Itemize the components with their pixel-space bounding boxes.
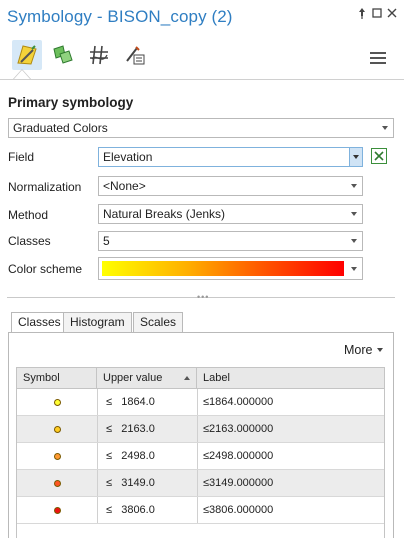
column-divider	[97, 470, 98, 496]
vary-symbology-icon	[53, 45, 73, 64]
field-dropdown-button[interactable]	[349, 147, 363, 167]
toolbar-separator	[0, 79, 404, 80]
primary-symbology-icon	[17, 45, 37, 65]
renderer-value: Graduated Colors	[13, 121, 108, 135]
upper-value-cell[interactable]: ≤ 1864.0	[106, 389, 155, 416]
column-header-label[interactable]: Label	[197, 368, 386, 389]
vary-symbology-tool[interactable]	[48, 40, 78, 70]
point-symbol-icon[interactable]	[54, 399, 61, 406]
sort-ascending-icon	[184, 376, 190, 380]
color-scheme-label: Color scheme	[8, 262, 83, 276]
label-cell[interactable]: ≤1864.000000	[203, 389, 273, 416]
tab-classes[interactable]: Classes	[11, 312, 68, 333]
upper-value-cell[interactable]: ≤ 3806.0	[106, 497, 155, 524]
column-header-upper-value[interactable]: Upper value	[97, 368, 197, 389]
field-value: Elevation	[103, 150, 153, 164]
tab-histogram[interactable]: Histogram	[63, 312, 132, 332]
column-divider	[97, 389, 98, 415]
column-divider	[197, 443, 198, 469]
method-dropdown[interactable]: Natural Breaks (Jenks)	[98, 204, 363, 224]
field-dropdown[interactable]: Elevation	[98, 147, 363, 167]
window-title: Symbology - BISON_copy (2)	[7, 7, 233, 26]
point-symbol-icon[interactable]	[54, 426, 61, 433]
label-classes-tool[interactable]	[120, 40, 150, 70]
normalization-dropdown[interactable]: <None>	[98, 176, 363, 196]
panel-border	[8, 332, 9, 538]
expression-icon	[374, 151, 384, 161]
splitter-grip-icon[interactable]: •••	[197, 292, 209, 302]
field-label: Field	[8, 150, 35, 164]
column-header-symbol[interactable]: Symbol	[17, 368, 97, 389]
column-divider	[197, 470, 198, 496]
label-classes-icon	[126, 46, 145, 65]
classes-value: 5	[103, 234, 110, 248]
tab-scales[interactable]: Scales	[133, 312, 184, 332]
column-divider	[97, 443, 98, 469]
normalization-label: Normalization	[8, 180, 82, 194]
chevron-down-icon	[353, 155, 359, 159]
table-row[interactable]: ≤ 1864.0 ≤1864.000000	[17, 389, 384, 416]
chevron-down-icon	[351, 212, 357, 216]
upper-value-cell[interactable]: ≤ 3149.0	[106, 470, 155, 497]
normalization-value: <None>	[103, 179, 146, 193]
more-button[interactable]: More	[344, 343, 372, 357]
point-symbol-icon[interactable]	[54, 453, 61, 460]
close-icon[interactable]	[385, 8, 399, 22]
table-row[interactable]: ≤ 3149.0 ≤3149.000000	[17, 470, 384, 497]
symbol-layer-drawing-tool[interactable]	[84, 40, 114, 70]
symbol-layer-drawing-icon	[90, 45, 108, 65]
chevron-down-icon	[351, 184, 357, 188]
classes-label: Classes	[8, 234, 51, 248]
panel-border	[393, 332, 394, 538]
renderer-dropdown[interactable]: Graduated Colors	[8, 118, 394, 138]
method-label: Method	[8, 208, 49, 222]
table-row[interactable]: ≤ 3806.0 ≤3806.000000	[17, 497, 384, 524]
column-divider	[97, 416, 98, 442]
label-cell[interactable]: ≤3806.000000	[203, 497, 273, 524]
pin-icon[interactable]	[355, 8, 369, 22]
point-symbol-icon[interactable]	[54, 480, 61, 487]
hamburger-menu-icon[interactable]	[370, 52, 386, 66]
method-value: Natural Breaks (Jenks)	[103, 207, 226, 221]
column-divider	[197, 389, 198, 415]
primary-symbology-heading: Primary symbology	[8, 95, 134, 110]
table-row[interactable]: ≤ 2498.0 ≤2498.000000	[17, 443, 384, 470]
chevron-down-icon	[351, 267, 357, 271]
label-cell[interactable]: ≤2163.000000	[203, 416, 273, 443]
grid-header: Symbol Upper value Label	[17, 368, 384, 389]
color-ramp	[102, 261, 344, 276]
color-scheme-dropdown[interactable]	[98, 257, 363, 280]
chevron-down-icon[interactable]	[377, 348, 383, 352]
column-divider	[97, 497, 98, 523]
maximize-icon[interactable]	[370, 8, 384, 22]
column-divider	[197, 497, 198, 523]
point-symbol-icon[interactable]	[54, 507, 61, 514]
table-row[interactable]: ≤ 2163.0 ≤2163.000000	[17, 416, 384, 443]
label-cell[interactable]: ≤2498.000000	[203, 443, 273, 470]
classes-grid: Symbol Upper value Label ≤ 1864.0 ≤1864.0…	[16, 367, 385, 538]
column-divider	[197, 416, 198, 442]
chevron-down-icon	[351, 239, 357, 243]
upper-value-cell[interactable]: ≤ 2163.0	[106, 416, 155, 443]
upper-value-cell[interactable]: ≤ 2498.0	[106, 443, 155, 470]
active-tool-pointer	[14, 70, 30, 79]
chevron-down-icon	[382, 126, 388, 130]
classes-dropdown[interactable]: 5	[98, 231, 363, 251]
label-cell[interactable]: ≤3149.000000	[203, 470, 273, 497]
primary-symbology-tool[interactable]	[12, 40, 42, 70]
expression-button[interactable]	[371, 148, 387, 164]
tab-strip-line	[8, 332, 394, 333]
